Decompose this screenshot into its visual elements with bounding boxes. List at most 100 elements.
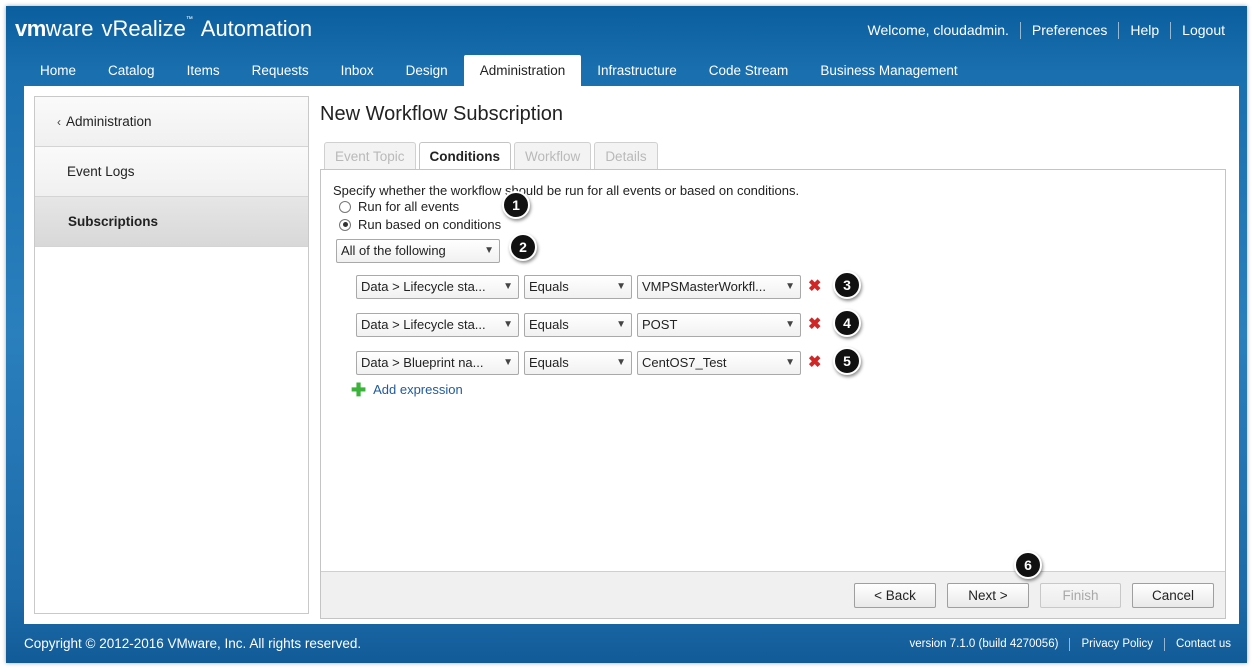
cancel-button[interactable]: Cancel	[1132, 583, 1214, 608]
expression-field-select[interactable]: Data > Lifecycle sta... ▼	[356, 275, 519, 299]
expression-field-value: Data > Lifecycle sta...	[361, 279, 486, 294]
footer: Copyright © 2012-2016 VMware, Inc. All r…	[6, 624, 1247, 663]
logo-tm: ™	[185, 16, 193, 23]
chevron-down-icon: ▼	[484, 245, 494, 256]
chevron-down-icon: ▼	[616, 281, 626, 292]
nav-tab-inbox[interactable]: Inbox	[325, 55, 390, 86]
expression-operator-value: Equals	[529, 355, 569, 370]
condition-mode-select[interactable]: All of the following ▼	[336, 239, 500, 263]
expression-value-select[interactable]: VMPSMasterWorkfl... ▼	[637, 275, 801, 299]
sidebar: ‹ Administration Event Logs Subscription…	[34, 96, 309, 614]
remove-expression-icon[interactable]: ✖	[808, 355, 821, 371]
header: vmware vRealize™ Automation Welcome, clou…	[6, 6, 1247, 56]
chevron-down-icon: ▼	[785, 319, 795, 330]
logo-product2: Automation	[200, 16, 313, 41]
content-area: ‹ Administration Event Logs Subscription…	[24, 86, 1239, 624]
expression-operator-value: Equals	[529, 279, 569, 294]
expression-operator-value: Equals	[529, 317, 569, 332]
callout-badge-2: 2	[509, 233, 537, 261]
nav-tab-code-stream[interactable]: Code Stream	[693, 55, 805, 86]
nav-tab-catalog[interactable]: Catalog	[92, 55, 171, 86]
expression-value-select[interactable]: POST ▼	[637, 313, 801, 337]
sidebar-item-event-logs[interactable]: Event Logs	[35, 147, 308, 197]
expression-value-value: POST	[642, 317, 678, 332]
chevron-left-icon: ‹	[57, 114, 61, 129]
add-expression-link[interactable]: ✚ Add expression	[351, 379, 463, 400]
add-expression-label: Add expression	[373, 382, 463, 397]
sidebar-back-label: Administration	[66, 114, 152, 129]
sidebar-item-label: Event Logs	[67, 164, 135, 179]
user-links: Welcome, cloudadmin. Preferences Help Lo…	[857, 22, 1225, 39]
logout-link[interactable]: Logout	[1170, 22, 1225, 39]
nav-tab-administration[interactable]: Administration	[463, 55, 582, 86]
radio-label: Run for all events	[358, 199, 460, 214]
nav-tab-infrastructure[interactable]: Infrastructure	[581, 55, 693, 86]
expression-value-value: CentOS7_Test	[642, 355, 727, 370]
page-title: New Workflow Subscription	[320, 103, 564, 125]
remove-expression-icon[interactable]: ✖	[808, 279, 821, 295]
back-button[interactable]: < Back	[854, 583, 936, 608]
expression-value-select[interactable]: CentOS7_Test ▼	[637, 351, 801, 375]
chevron-down-icon: ▼	[503, 281, 513, 292]
logo-product: vRealize	[101, 16, 186, 41]
sidebar-item-label: Subscriptions	[68, 214, 159, 229]
sidebar-item-subscriptions[interactable]: Subscriptions	[35, 197, 308, 247]
app-window: vmware vRealize™ Automation Welcome, clou…	[6, 6, 1247, 663]
welcome-text: Welcome, cloudadmin.	[867, 22, 1009, 38]
chevron-down-icon: ▼	[503, 357, 513, 368]
conditions-panel: Specify whether the workflow should be r…	[320, 169, 1226, 619]
wizard-tabs: Event Topic Conditions Workflow Details	[324, 142, 661, 170]
logo-vm: vm	[15, 16, 46, 41]
expression-operator-select[interactable]: Equals ▼	[524, 313, 632, 337]
callout-badge-5: 5	[833, 347, 861, 375]
main-nav: Home Catalog Items Requests Inbox Design…	[24, 55, 974, 86]
preferences-link[interactable]: Preferences	[1019, 22, 1118, 39]
radio-button[interactable]	[339, 200, 351, 213]
expression-value-value: VMPSMasterWorkfl...	[642, 279, 767, 294]
tab-details[interactable]: Details	[594, 142, 658, 169]
callout-badge-6: 6	[1014, 551, 1042, 579]
callout-badge-3: 3	[833, 271, 861, 299]
chevron-down-icon: ▼	[616, 357, 626, 368]
contact-us-link[interactable]: Contact us	[1164, 638, 1231, 651]
radio-run-based-on-conditions[interactable]: Run based on conditions	[339, 217, 501, 232]
instruction-text: Specify whether the workflow should be r…	[333, 183, 800, 198]
callout-badge-1: 1	[502, 191, 530, 219]
footer-links: version 7.1.0 (build 4270056) Privacy Po…	[898, 638, 1231, 651]
nav-tab-items[interactable]: Items	[171, 55, 236, 86]
expression-field-select[interactable]: Data > Lifecycle sta... ▼	[356, 313, 519, 337]
next-button[interactable]: Next >	[947, 583, 1029, 608]
tab-conditions[interactable]: Conditions	[418, 142, 512, 170]
remove-expression-icon[interactable]: ✖	[808, 317, 821, 333]
callout-badge-4: 4	[833, 309, 861, 337]
plus-icon: ✚	[351, 379, 367, 400]
radio-label: Run based on conditions	[358, 217, 502, 232]
chevron-down-icon: ▼	[785, 281, 795, 292]
radio-button-selected[interactable]	[339, 218, 351, 231]
expression-field-value: Data > Blueprint na...	[361, 355, 484, 370]
wizard-footer: < Back Next > Finish Cancel	[321, 571, 1225, 618]
chevron-down-icon: ▼	[503, 319, 513, 330]
nav-tab-home[interactable]: Home	[24, 55, 92, 86]
copyright-text: Copyright © 2012-2016 VMware, Inc. All r…	[24, 636, 362, 651]
nav-tab-design[interactable]: Design	[390, 55, 464, 86]
condition-mode-value: All of the following	[341, 243, 446, 258]
tab-workflow[interactable]: Workflow	[514, 142, 592, 169]
vmware-logo: vmware vRealize™ Automation	[15, 16, 312, 42]
chevron-down-icon: ▼	[616, 319, 626, 330]
help-link[interactable]: Help	[1118, 22, 1170, 39]
logo-ware: ware	[45, 16, 94, 41]
chevron-down-icon: ▼	[785, 357, 795, 368]
expression-field-select[interactable]: Data > Blueprint na... ▼	[356, 351, 519, 375]
finish-button[interactable]: Finish	[1040, 583, 1121, 608]
expression-operator-select[interactable]: Equals ▼	[524, 351, 632, 375]
tab-event-topic[interactable]: Event Topic	[324, 142, 416, 169]
version-text: version 7.1.0 (build 4270056)	[909, 638, 1059, 650]
privacy-policy-link[interactable]: Privacy Policy	[1069, 638, 1164, 651]
expression-field-value: Data > Lifecycle sta...	[361, 317, 486, 332]
sidebar-back-administration[interactable]: ‹ Administration	[35, 97, 308, 147]
radio-run-all-events[interactable]: Run for all events	[339, 199, 459, 214]
expression-operator-select[interactable]: Equals ▼	[524, 275, 632, 299]
nav-tab-requests[interactable]: Requests	[236, 55, 325, 86]
nav-tab-business-management[interactable]: Business Management	[804, 55, 973, 86]
